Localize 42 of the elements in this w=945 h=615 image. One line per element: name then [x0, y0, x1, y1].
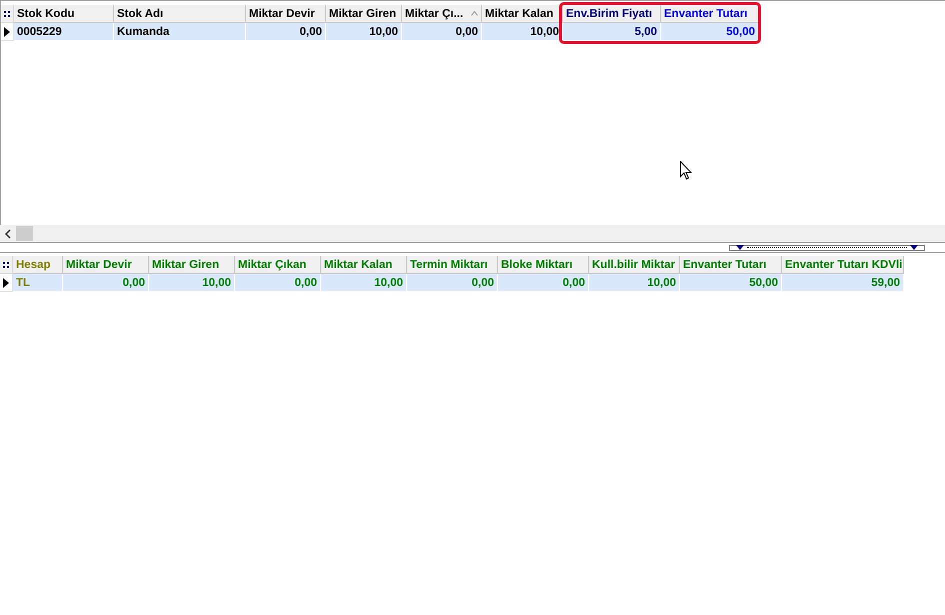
- scrollbar-thumb[interactable]: [16, 226, 33, 241]
- column-header[interactable]: Envanter Tutarı: [661, 5, 759, 23]
- table-cell: 10,00: [321, 274, 407, 292]
- table-cell: 10,00: [149, 274, 235, 292]
- column-header[interactable]: Miktar Devir: [63, 256, 149, 274]
- column-header[interactable]: Envanter Tutarı: [680, 256, 782, 274]
- table-cell: 5,00: [563, 23, 661, 41]
- table-cell: TL: [13, 274, 63, 292]
- table-cell: 0,00: [63, 274, 149, 292]
- column-header[interactable]: Stok Adı: [114, 5, 246, 23]
- table-cell: 59,00: [782, 274, 904, 292]
- column-header[interactable]: Envanter Tutarı KDVli: [782, 256, 904, 274]
- table-cell: 0,00: [246, 23, 326, 41]
- column-header[interactable]: Bloke Miktarı: [498, 256, 589, 274]
- splitter-handle[interactable]: [729, 244, 925, 250]
- column-header[interactable]: Kull.bilir Miktar: [589, 256, 680, 274]
- table-cell: Kumanda: [114, 23, 246, 41]
- scroll-left-icon[interactable]: [4, 228, 12, 238]
- column-header[interactable]: Miktar Kalan: [321, 256, 407, 274]
- mouse-pointer-icon: [680, 161, 692, 180]
- sort-icon: [471, 11, 478, 16]
- table-cell: 0,00: [402, 23, 482, 41]
- table-cell: 0005229: [14, 23, 114, 41]
- column-header[interactable]: Miktar Giren: [326, 5, 402, 23]
- table-cell: 0,00: [407, 274, 498, 292]
- column-header[interactable]: Termin Miktarı: [407, 256, 498, 274]
- table-cell: 0,00: [235, 274, 321, 292]
- column-header[interactable]: Miktar Devir: [246, 5, 326, 23]
- table-cell: 50,00: [661, 23, 759, 41]
- column-header[interactable]: Env.Birim Fiyatı: [563, 5, 661, 23]
- column-header[interactable]: Miktar Çı...: [402, 5, 482, 23]
- table-cell: 10,00: [589, 274, 680, 292]
- table-cell: 50,00: [680, 274, 782, 292]
- column-header[interactable]: Stok Kodu: [14, 5, 114, 23]
- grip-icon: [0, 256, 13, 274]
- table-cell: 0,00: [498, 274, 589, 292]
- column-header[interactable]: Miktar Çıkan: [235, 256, 321, 274]
- grip-icon: [1, 5, 14, 23]
- column-header[interactable]: Miktar Kalan: [482, 5, 563, 23]
- column-header[interactable]: Miktar Giren: [149, 256, 235, 274]
- column-header[interactable]: Hesap: [13, 256, 63, 274]
- table-cell: 10,00: [326, 23, 402, 41]
